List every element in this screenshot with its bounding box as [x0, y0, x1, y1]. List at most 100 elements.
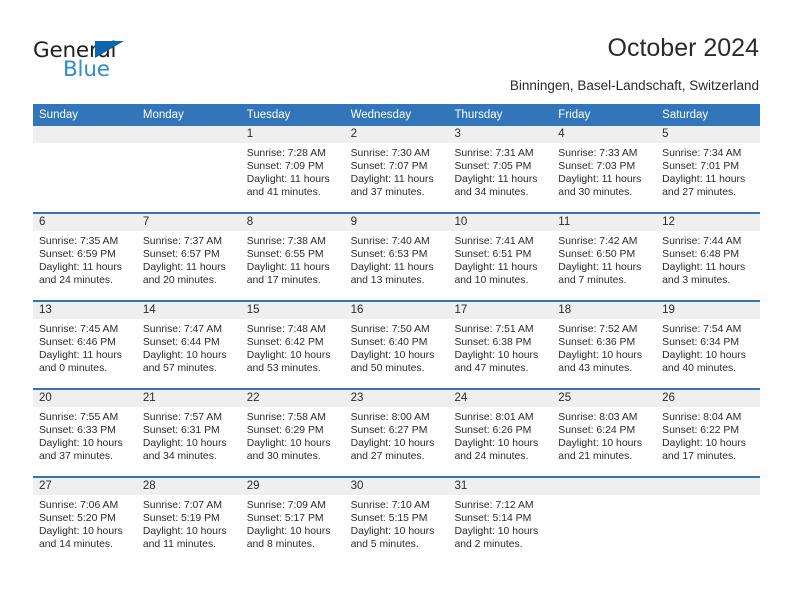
day-cell-22[interactable]: Sunrise: 7:58 AM Sunset: 6:29 PM Daylight:…	[241, 407, 345, 476]
calendar-weeks: 1 2 3 4 5 Sunrise: 7:28 AM Sunset: 7:09 PM Dayl…	[33, 126, 760, 564]
day-cell-28[interactable]: Sunrise: 7:07 AM Sunset: 5:19 PM Daylight:…	[137, 495, 241, 564]
day-number-11[interactable]: 11	[552, 214, 656, 231]
day-number-21[interactable]: 21	[137, 390, 241, 407]
day-cell-10[interactable]: Sunrise: 7:41 AM Sunset: 6:51 PM Daylight:…	[448, 231, 552, 300]
day-number-19[interactable]: 19	[656, 302, 760, 319]
weekday-header-sunday: Sunday	[39, 109, 79, 121]
day-cell-26[interactable]: Sunrise: 8:04 AM Sunset: 6:22 PM Daylight:…	[656, 407, 760, 476]
day-cell-17[interactable]: Sunrise: 7:51 AM Sunset: 6:38 PM Daylight:…	[448, 319, 552, 388]
day-number-1[interactable]: 1	[241, 126, 345, 143]
day-info-line: Sunrise: 7:54 AM	[662, 324, 742, 335]
day-cell-24[interactable]: Sunrise: 8:01 AM Sunset: 6:26 PM Daylight:…	[448, 407, 552, 476]
day-info-line: Sunset: 5:17 PM	[246, 513, 324, 525]
day-cell-5[interactable]: Sunrise: 7:34 AM Sunset: 7:01 PM Daylight:…	[656, 143, 760, 212]
day-number-29[interactable]: 29	[241, 478, 345, 495]
day-cell-23[interactable]: Sunrise: 8:00 AM Sunset: 6:27 PM Daylight:…	[345, 407, 449, 476]
day-number-27[interactable]: 27	[33, 478, 137, 495]
day-number-5[interactable]: 5	[656, 126, 760, 143]
day-number-23[interactable]: 23	[345, 390, 449, 407]
day-number-15[interactable]: 15	[241, 302, 345, 319]
day-info-line: Daylight: 10 hours	[454, 526, 539, 538]
day-info-line: Sunset: 7:05 PM	[454, 161, 532, 173]
day-info-line: Sunrise: 7:10 AM	[350, 500, 430, 511]
day-cell-4[interactable]: Sunrise: 7:33 AM Sunset: 7:03 PM Daylight:…	[552, 143, 656, 212]
day-info-line: Sunset: 5:20 PM	[39, 513, 116, 525]
day-number-8[interactable]: 8	[241, 214, 345, 231]
day-number-30[interactable]: 30	[345, 478, 449, 495]
day-info-line: and 8 minutes.	[246, 539, 315, 551]
weekday-header-saturday: Saturday	[662, 109, 709, 121]
day-number-3[interactable]: 3	[448, 126, 552, 143]
day-number-24[interactable]: 24	[448, 390, 552, 407]
day-info-line: and 37 minutes.	[39, 451, 113, 463]
day-number-6[interactable]: 6	[33, 214, 137, 231]
day-info-line: Sunrise: 7:48 AM	[246, 324, 326, 335]
day-number-25[interactable]: 25	[552, 390, 656, 407]
day-number-26[interactable]: 26	[656, 390, 760, 407]
day-cell-16[interactable]: Sunrise: 7:50 AM Sunset: 6:40 PM Daylight:…	[345, 319, 449, 388]
day-info-line: Sunset: 6:55 PM	[246, 249, 324, 261]
day-info-line: and 34 minutes.	[454, 187, 529, 199]
day-number-22[interactable]: 22	[241, 390, 345, 407]
day-cell-31[interactable]: Sunrise: 7:12 AM Sunset: 5:14 PM Daylight:…	[448, 495, 552, 564]
day-info-line: Daylight: 10 hours	[558, 350, 643, 362]
weekday-header-wednesday: Wednesday	[350, 109, 412, 121]
day-number-10[interactable]: 10	[448, 214, 552, 231]
day-cell-12[interactable]: Sunrise: 7:44 AM Sunset: 6:48 PM Daylight:…	[656, 231, 760, 300]
day-info-line: Sunrise: 7:07 AM	[142, 500, 222, 511]
day-cell-7[interactable]: Sunrise: 7:37 AM Sunset: 6:57 PM Daylight:…	[137, 231, 241, 300]
calendar-page: General Blue October 2024 Binningen, Bas…	[0, 0, 792, 612]
day-cell-2[interactable]: Sunrise: 7:30 AM Sunset: 7:07 PM Daylight:…	[345, 143, 449, 212]
day-cell-14[interactable]: Sunrise: 7:47 AM Sunset: 6:44 PM Daylight:…	[137, 319, 241, 388]
day-number-9[interactable]: 9	[345, 214, 449, 231]
day-cell-6[interactable]: Sunrise: 7:35 AM Sunset: 6:59 PM Daylight:…	[33, 231, 137, 300]
day-cell-19[interactable]: Sunrise: 7:54 AM Sunset: 6:34 PM Daylight:…	[656, 319, 760, 388]
day-info-line: Sunset: 6:51 PM	[454, 249, 532, 261]
day-number-4[interactable]: 4	[552, 126, 656, 143]
day-info-line: Sunset: 6:36 PM	[558, 337, 636, 349]
day-number-17[interactable]: 17	[448, 302, 552, 319]
day-info-line: Sunset: 6:29 PM	[246, 425, 324, 437]
day-cell-18[interactable]: Sunrise: 7:52 AM Sunset: 6:36 PM Daylight:…	[552, 319, 656, 388]
day-info-line: and 2 minutes.	[454, 539, 523, 551]
day-cell-3[interactable]: Sunrise: 7:31 AM Sunset: 7:05 PM Daylight:…	[448, 143, 552, 212]
day-number-20[interactable]: 20	[33, 390, 137, 407]
day-number-2[interactable]: 2	[345, 126, 449, 143]
day-info-line: and 10 minutes.	[454, 275, 529, 287]
day-info-line: and 41 minutes.	[246, 187, 321, 199]
day-cell-27[interactable]: Sunrise: 7:06 AM Sunset: 5:20 PM Daylight:…	[33, 495, 137, 564]
day-info-line: Sunset: 7:01 PM	[662, 161, 739, 173]
day-cell-20[interactable]: Sunrise: 7:55 AM Sunset: 6:33 PM Daylight:…	[33, 407, 137, 476]
day-cell-13[interactable]: Sunrise: 7:45 AM Sunset: 6:46 PM Daylight:…	[33, 319, 137, 388]
week-date-strip: 13 14 15 16 17 18 19	[33, 302, 760, 319]
day-info-line: Daylight: 10 hours	[246, 438, 331, 450]
day-number-16[interactable]: 16	[345, 302, 449, 319]
day-number-7[interactable]: 7	[137, 214, 241, 231]
day-number-31[interactable]: 31	[448, 478, 552, 495]
page-subtitle: Binningen, Basel-Landschaft, Switzerland	[509, 78, 759, 93]
day-cell-1[interactable]: Sunrise: 7:28 AM Sunset: 7:09 PM Daylight:…	[241, 143, 345, 212]
day-number-18[interactable]: 18	[552, 302, 656, 319]
day-number-13[interactable]: 13	[33, 302, 137, 319]
day-cell-25[interactable]: Sunrise: 8:03 AM Sunset: 6:24 PM Daylight:…	[552, 407, 656, 476]
day-info-line: Daylight: 10 hours	[142, 350, 227, 362]
day-number-14[interactable]: 14	[137, 302, 241, 319]
day-cell-30[interactable]: Sunrise: 7:10 AM Sunset: 5:15 PM Daylight:…	[345, 495, 449, 564]
day-cell-15[interactable]: Sunrise: 7:48 AM Sunset: 6:42 PM Daylight:…	[241, 319, 345, 388]
day-info-line: Sunrise: 7:35 AM	[39, 236, 119, 247]
day-info-line: Daylight: 11 hours	[558, 174, 642, 186]
logo-text-blue: Blue	[63, 57, 110, 82]
weekday-header-monday: Monday	[142, 109, 184, 121]
day-info-line: and 13 minutes.	[350, 275, 425, 287]
day-number-28[interactable]: 28	[137, 478, 241, 495]
day-info-line: and 30 minutes.	[558, 187, 633, 199]
day-cell-21[interactable]: Sunrise: 7:57 AM Sunset: 6:31 PM Daylight:…	[137, 407, 241, 476]
day-info-line: Sunset: 5:14 PM	[454, 513, 532, 525]
day-cell-8[interactable]: Sunrise: 7:38 AM Sunset: 6:55 PM Daylight:…	[241, 231, 345, 300]
day-number-12[interactable]: 12	[656, 214, 760, 231]
day-cell-11[interactable]: Sunrise: 7:42 AM Sunset: 6:50 PM Daylight:…	[552, 231, 656, 300]
day-cell-29[interactable]: Sunrise: 7:09 AM Sunset: 5:17 PM Daylight:…	[241, 495, 345, 564]
day-info-line: Daylight: 10 hours	[39, 438, 123, 450]
day-cell-9[interactable]: Sunrise: 7:40 AM Sunset: 6:53 PM Daylight:…	[345, 231, 449, 300]
day-info-line: and 20 minutes.	[142, 275, 217, 287]
